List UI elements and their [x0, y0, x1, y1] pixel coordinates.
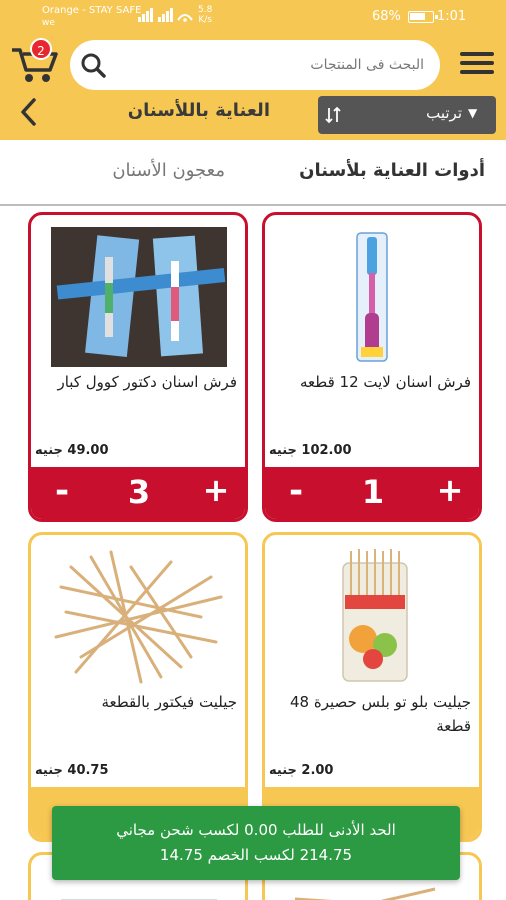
quantity-stepper: - 3 +	[31, 467, 245, 519]
product-name: جيليت فيكتور بالقطعة	[101, 693, 237, 711]
product-card[interactable]: فرش اسنان لايت 12 قطعه 102.00 جنيه - 1 +	[262, 212, 482, 522]
sort-label: ترتيب	[426, 104, 462, 122]
app-header: Orange - STAY SAFE we 5.8 K/s 68% 1:01 2	[0, 0, 506, 140]
product-card[interactable]: فرش اسنان دكتور كوول كبار 49.00 جنيه - 3…	[28, 212, 248, 522]
product-card[interactable]: جيليت بلو تو بلس حصيرة 48 قطعة 2.00 جنيه	[262, 532, 482, 842]
search-icon[interactable]	[80, 52, 106, 78]
back-button[interactable]	[14, 95, 44, 129]
product-name: فرش اسنان دكتور كوول كبار	[57, 373, 237, 391]
search-bar[interactable]	[70, 40, 440, 90]
cart-count-badge: 2	[30, 38, 52, 60]
battery-icon	[408, 11, 438, 23]
menu-button[interactable]	[458, 48, 496, 80]
toast-line-1: الحد الأدنى للطلب 0.00 لكسب شحن مجاني	[116, 821, 396, 839]
quantity-value: 3	[127, 473, 151, 511]
clock: 1:01	[437, 9, 467, 24]
product-image	[294, 887, 436, 900]
sort-dropdown[interactable]: ترتيب ▼	[318, 96, 496, 134]
quantity-stepper: - 1 +	[265, 467, 479, 519]
toast-line-2: 214.75 لكسب الخصم 14.75	[159, 846, 353, 864]
decrease-button[interactable]: -	[47, 471, 77, 511]
page-title: العناية باللأسنان	[127, 100, 270, 121]
product-grid: فرش اسنان لايت 12 قطعه 102.00 جنيه - 1 +…	[0, 208, 506, 900]
sort-icon	[325, 106, 341, 124]
product-card[interactable]: جيليت فيكتور بالقطعة 40.75 جنيه	[28, 532, 248, 842]
search-input[interactable]	[114, 50, 424, 80]
product-name: فرش اسنان لايت 12 قطعه	[300, 373, 471, 391]
battery-percent: 68%	[372, 9, 401, 24]
product-image	[285, 227, 461, 367]
increase-button[interactable]: +	[201, 471, 231, 509]
tab-toothpaste[interactable]: معجون الأسنان	[80, 160, 225, 181]
signal-icon	[138, 8, 193, 22]
product-name: جيليت بلو تو بلس حصيرة 48 قطعة	[290, 693, 471, 735]
minimum-order-toast: الحد الأدنى للطلب 0.00 لكسب شحن مجاني 21…	[52, 806, 460, 880]
increase-button[interactable]: +	[435, 471, 465, 509]
category-tabs: أدوات العناية بلأسنان معجون الأسنان	[0, 140, 506, 206]
decrease-button[interactable]: -	[281, 471, 311, 511]
product-price: 40.75 جنيه	[35, 763, 109, 778]
status-bar: Orange - STAY SAFE we 5.8 K/s 68% 1:01	[0, 0, 506, 34]
tab-dental-tools[interactable]: أدوات العناية بلأسنان	[275, 160, 485, 181]
chevron-left-icon	[21, 98, 36, 126]
quantity-value: 1	[361, 473, 385, 511]
carrier-sub: we	[42, 18, 55, 28]
carrier-name: Orange - STAY SAFE	[42, 5, 142, 16]
product-price: 49.00 جنيه	[35, 443, 109, 458]
product-price: 2.00 جنيه	[269, 763, 334, 778]
caret-down-icon: ▼	[468, 106, 478, 120]
product-image	[61, 899, 217, 900]
product-image	[285, 547, 461, 687]
product-image	[51, 547, 227, 687]
product-price: 102.00 جنيه	[269, 443, 352, 458]
hamburger-icon	[460, 52, 494, 56]
network-speed: 5.8 K/s	[198, 5, 213, 25]
product-image	[51, 227, 227, 367]
